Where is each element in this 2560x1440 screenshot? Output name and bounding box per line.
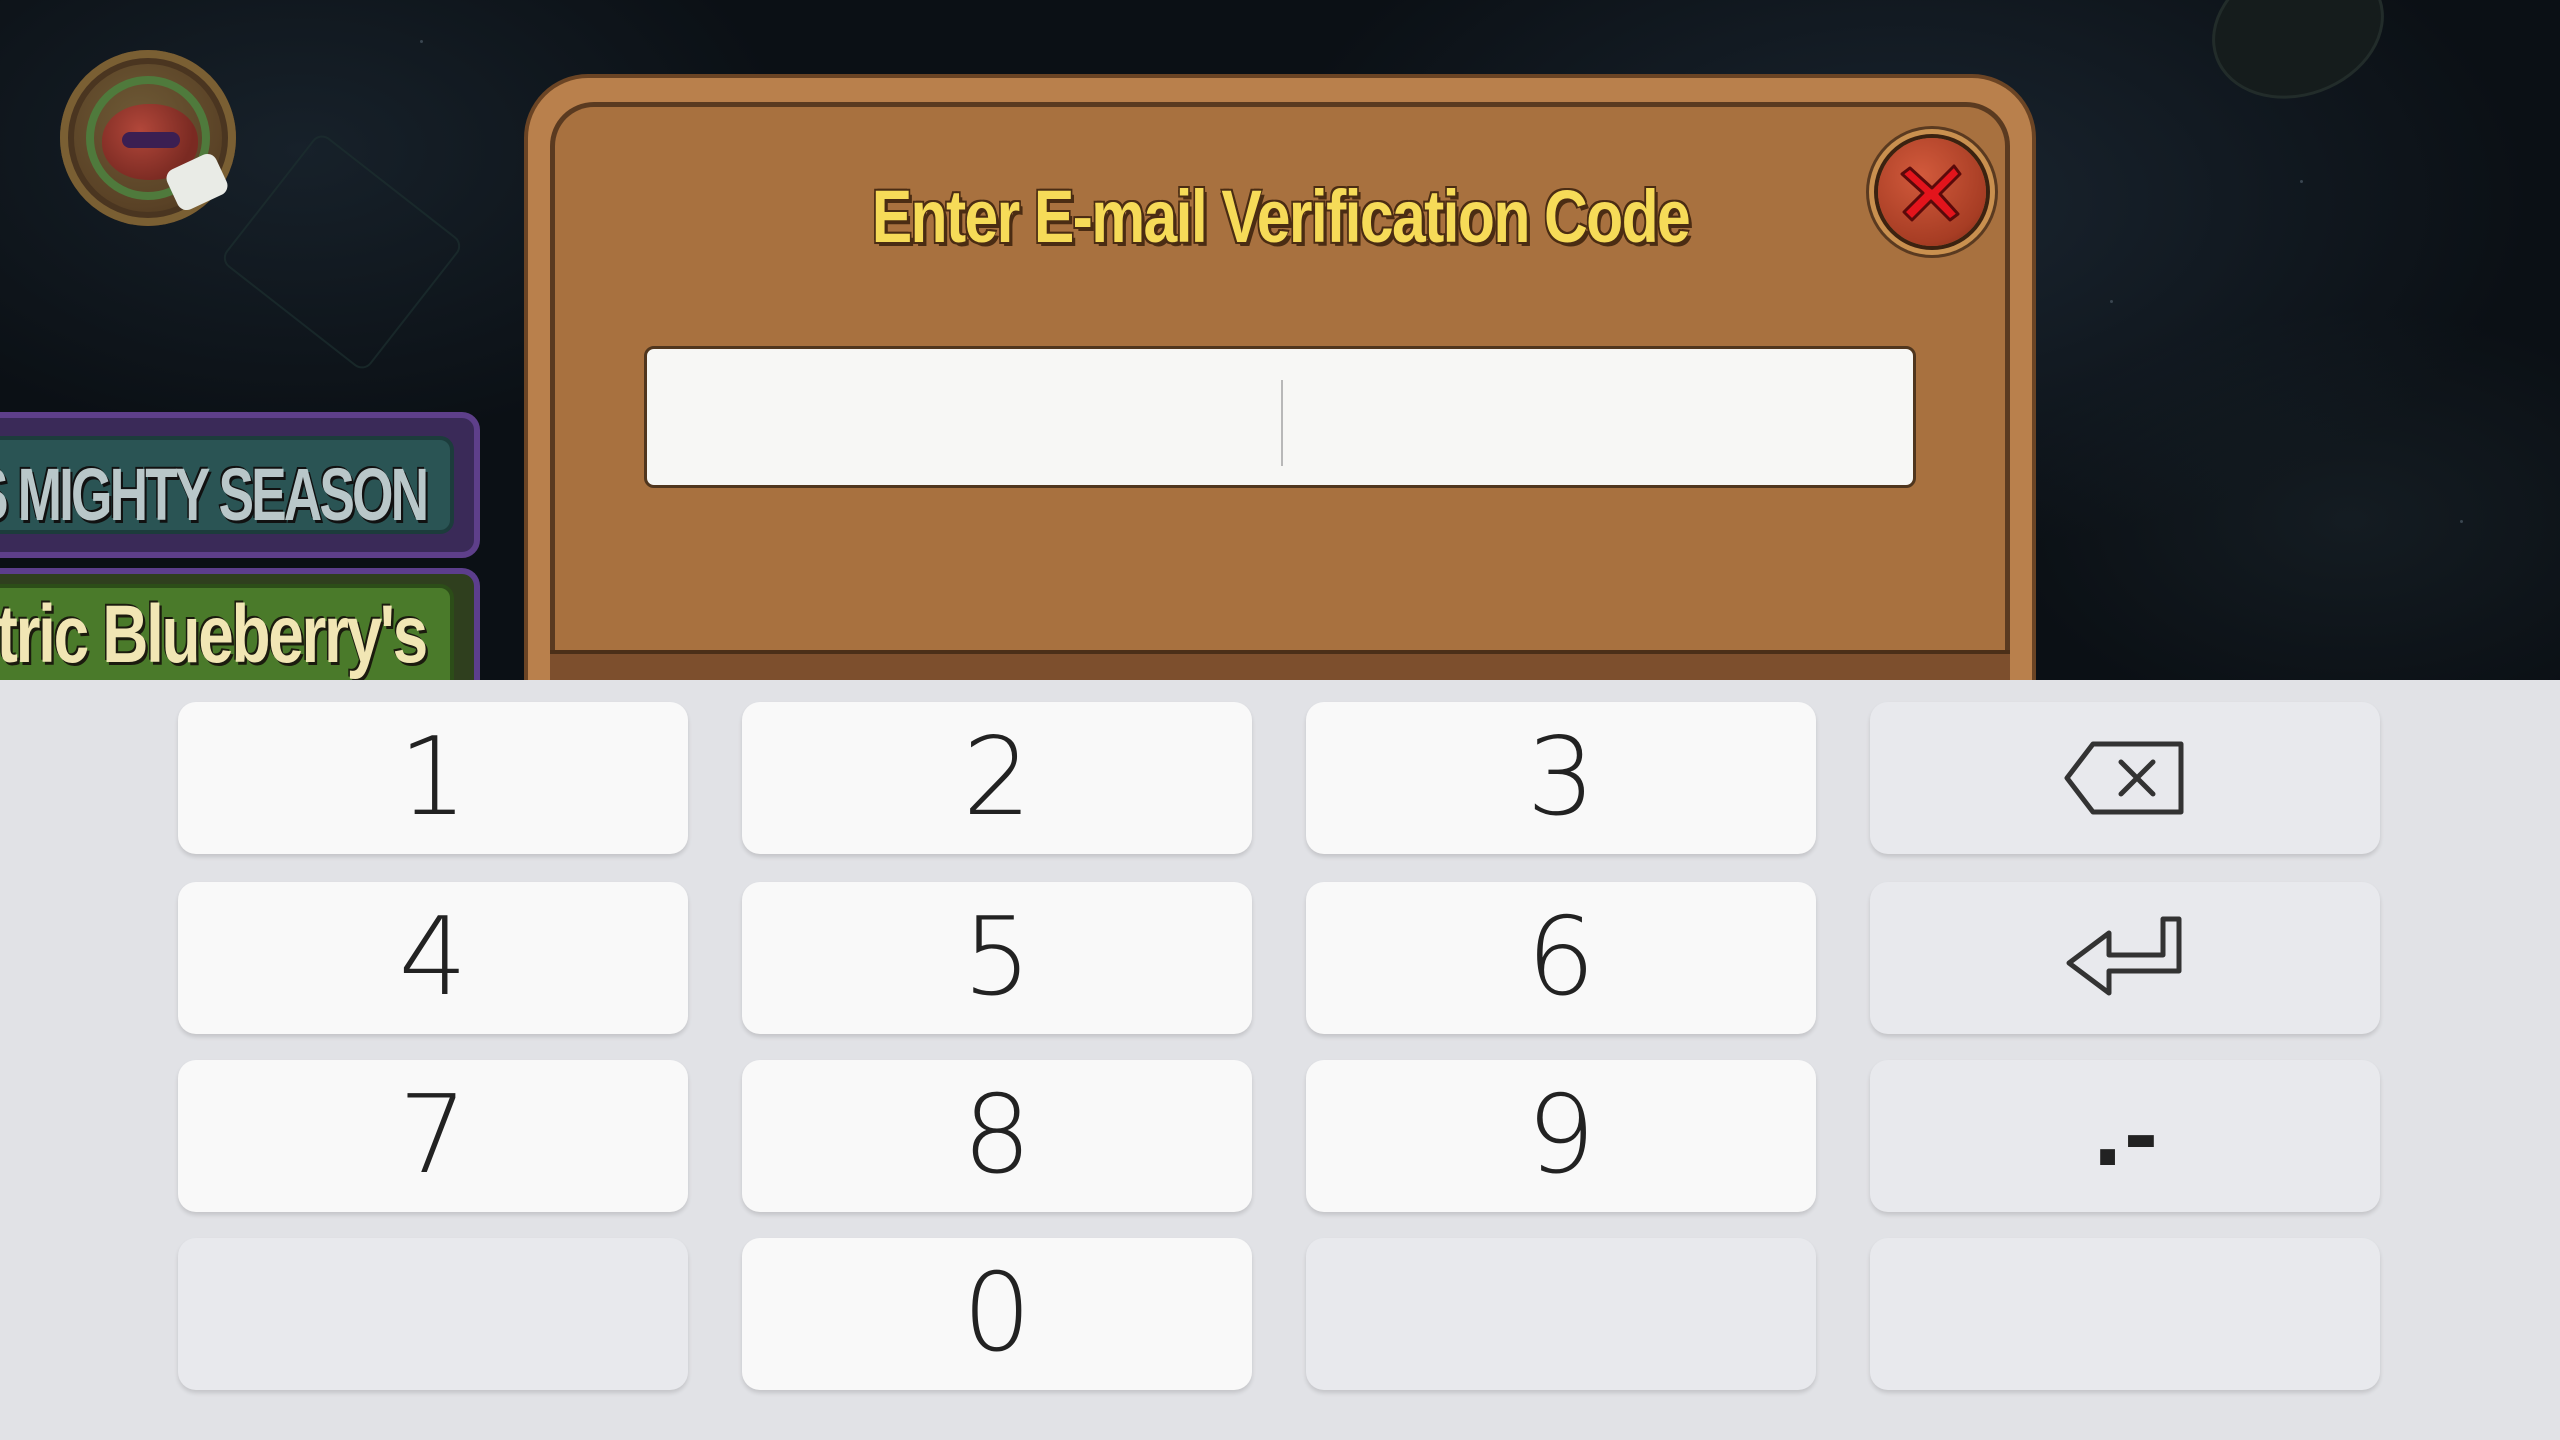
key-1-label: 1	[398, 715, 468, 840]
text-cursor	[1281, 380, 1283, 466]
key-8-label: 8	[962, 1073, 1032, 1198]
character-avatar-medallion[interactable]	[60, 50, 236, 226]
numeric-keyboard: 1 2 3 4 5 6 7 8 9 .- 0	[0, 680, 2560, 1440]
clock-decoration	[2192, 0, 2404, 122]
blank-key-mid[interactable]	[1306, 1238, 1816, 1390]
key-3-label: 3	[1526, 715, 1596, 840]
key-6[interactable]: 6	[1306, 882, 1816, 1034]
key-0-label: 0	[962, 1251, 1032, 1376]
key-9-label: 9	[1526, 1073, 1596, 1198]
symbols-key[interactable]: .-	[1870, 1060, 2380, 1212]
verification-code-input[interactable]	[644, 346, 1916, 488]
backspace-icon	[2064, 741, 2184, 815]
background-star	[2460, 520, 2463, 523]
dialog-title-text: Enter E-mail Verification Code	[871, 175, 1690, 258]
key-2[interactable]: 2	[742, 702, 1252, 854]
background-star	[2110, 300, 2113, 303]
key-9[interactable]: 9	[1306, 1060, 1816, 1212]
key-1[interactable]: 1	[178, 702, 688, 854]
key-0[interactable]: 0	[742, 1238, 1252, 1390]
background-star	[420, 40, 423, 43]
verification-dialog: Enter E-mail Verification Code	[528, 78, 2032, 722]
key-6-label: 6	[1526, 895, 1596, 1020]
blank-key-left[interactable]	[178, 1238, 688, 1390]
symbols-key-label: .-	[2091, 1087, 2159, 1185]
enter-key[interactable]	[1870, 882, 2380, 1034]
sunglasses-icon	[122, 132, 180, 148]
key-5[interactable]: 5	[742, 882, 1252, 1034]
background-star	[2300, 180, 2303, 183]
key-4[interactable]: 4	[178, 882, 688, 1034]
hourglass-decoration	[219, 130, 465, 374]
dialog-title: Enter E-mail Verification Code	[528, 174, 2032, 259]
backspace-key[interactable]	[1870, 702, 2380, 854]
close-button[interactable]	[1878, 138, 1986, 246]
blueberry-banner-label: ctric Blueberry's	[0, 589, 428, 680]
key-7[interactable]: 7	[178, 1060, 688, 1212]
key-3[interactable]: 3	[1306, 702, 1816, 854]
key-8[interactable]: 8	[742, 1060, 1252, 1212]
close-x-icon	[1900, 164, 1962, 222]
enter-icon	[2066, 916, 2182, 996]
blueberry-banner[interactable]: ctric Blueberry's	[0, 568, 480, 680]
season-banner[interactable]: T'S MIGHTY SEASON	[0, 412, 480, 558]
key-7-label: 7	[398, 1073, 468, 1198]
key-4-label: 4	[398, 895, 468, 1020]
key-5-label: 5	[962, 895, 1032, 1020]
season-banner-label: T'S MIGHTY SEASON	[0, 453, 429, 536]
key-2-label: 2	[962, 715, 1032, 840]
app-screen: T'S MIGHTY SEASON ctric Blueberry's Ente…	[0, 0, 2560, 1440]
blank-key-right[interactable]	[1870, 1238, 2380, 1390]
